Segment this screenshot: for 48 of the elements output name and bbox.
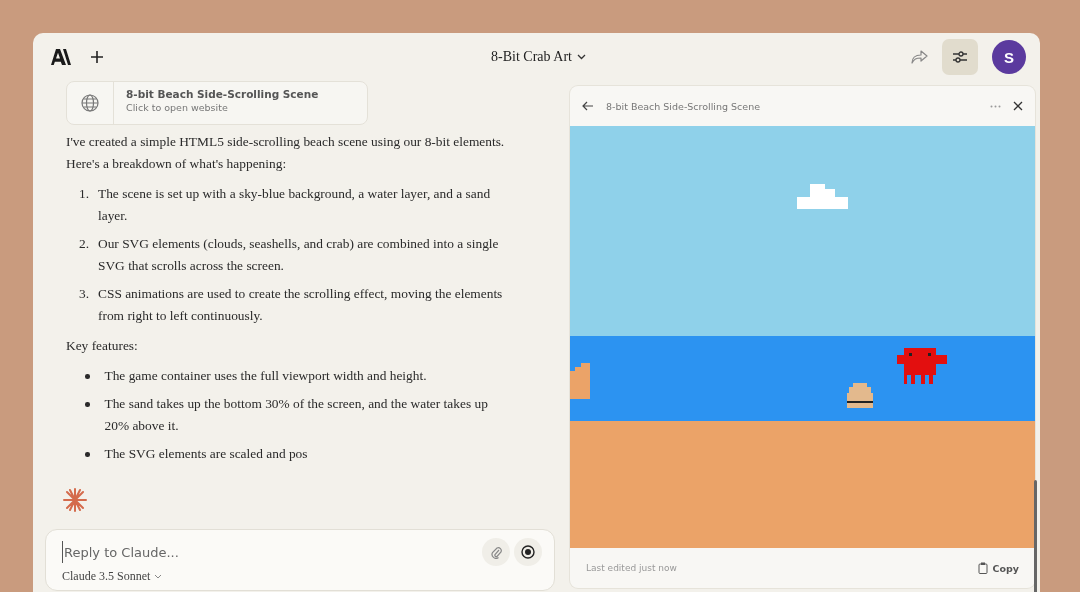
bullet-icon [85,452,90,457]
copy-button[interactable]: Copy [977,562,1019,574]
list-item-text: The sand takes up the bottom 30% of the screen, and the water takes up 20% above it. [104,395,489,435]
list-item-text: Our SVG elements (clouds, seashells, and crab) are combined into a single SVG that scrolls across the screen. [98,235,500,275]
sparkle-icon [62,487,88,513]
crab-drawing [897,348,947,384]
message-paragraph: I've created a simple HTML5 side-scrolling beach scene using our 8-bit elements. Here's a breakdown of what's happening: [66,133,506,173]
user-avatar[interactable]: S [992,40,1026,74]
list-item-text: The game container uses the full viewport width and height. [104,367,427,385]
record-icon [521,545,535,559]
new-chat-icon[interactable] [91,51,103,63]
seashell-drawing [847,383,873,408]
clipboard-icon [977,562,988,574]
share-icon[interactable] [911,50,928,64]
back-button[interactable] [582,101,594,111]
more-icon [990,104,1001,108]
list-number: 1. [79,185,91,203]
sliders-icon [952,50,968,64]
cloud-drawing [797,184,848,209]
settings-button[interactable] [942,39,978,75]
more-options-button[interactable] [990,104,1001,108]
last-edited-label: Last edited just now [586,563,677,573]
globe-icon [81,94,99,112]
chevron-down-icon [154,573,163,579]
artifact-card[interactable]: 8-bit Beach Side-Scrolling Scene Click to open website [66,81,368,125]
list-item-text: CSS animations are used to create the scrolling effect, moving the elements from right to left continuously. [98,285,504,325]
artifact-card-title: 8-bit Beach Side-Scrolling Scene [126,87,319,101]
paperclip-icon [490,545,502,559]
list-item-text: The scene is set up with a sky-blue background, a water layer, and a sand layer. [98,185,492,225]
model-selector[interactable]: Claude 3.5 Sonnet [62,569,163,583]
chat-title[interactable]: 8-Bit Crab Art [491,49,586,65]
artifact-title: 8-bit Beach Side-Scrolling Scene [606,100,762,112]
bullet-icon [85,374,90,379]
bullet-icon [85,402,90,407]
record-button[interactable] [514,538,542,566]
close-icon [1013,101,1023,111]
reply-composer[interactable]: Reply to Claude... Claude 3.5 Sonnet [45,529,555,591]
list-item-text: The SVG elements are scaled and pos [104,445,308,463]
back-arrow-icon [582,101,594,111]
reply-input-field[interactable]: Reply to Claude... [62,541,478,563]
close-button[interactable] [1013,101,1023,111]
logo-icon[interactable] [51,49,71,65]
message-paragraph: Key features: [66,337,139,355]
list-number: 2. [79,235,91,253]
scrollbar[interactable] [1034,480,1037,592]
artifact-card-subtitle: Click to open website [126,101,229,115]
chevron-down-icon[interactable] [576,54,586,60]
list-number: 3. [79,285,91,303]
